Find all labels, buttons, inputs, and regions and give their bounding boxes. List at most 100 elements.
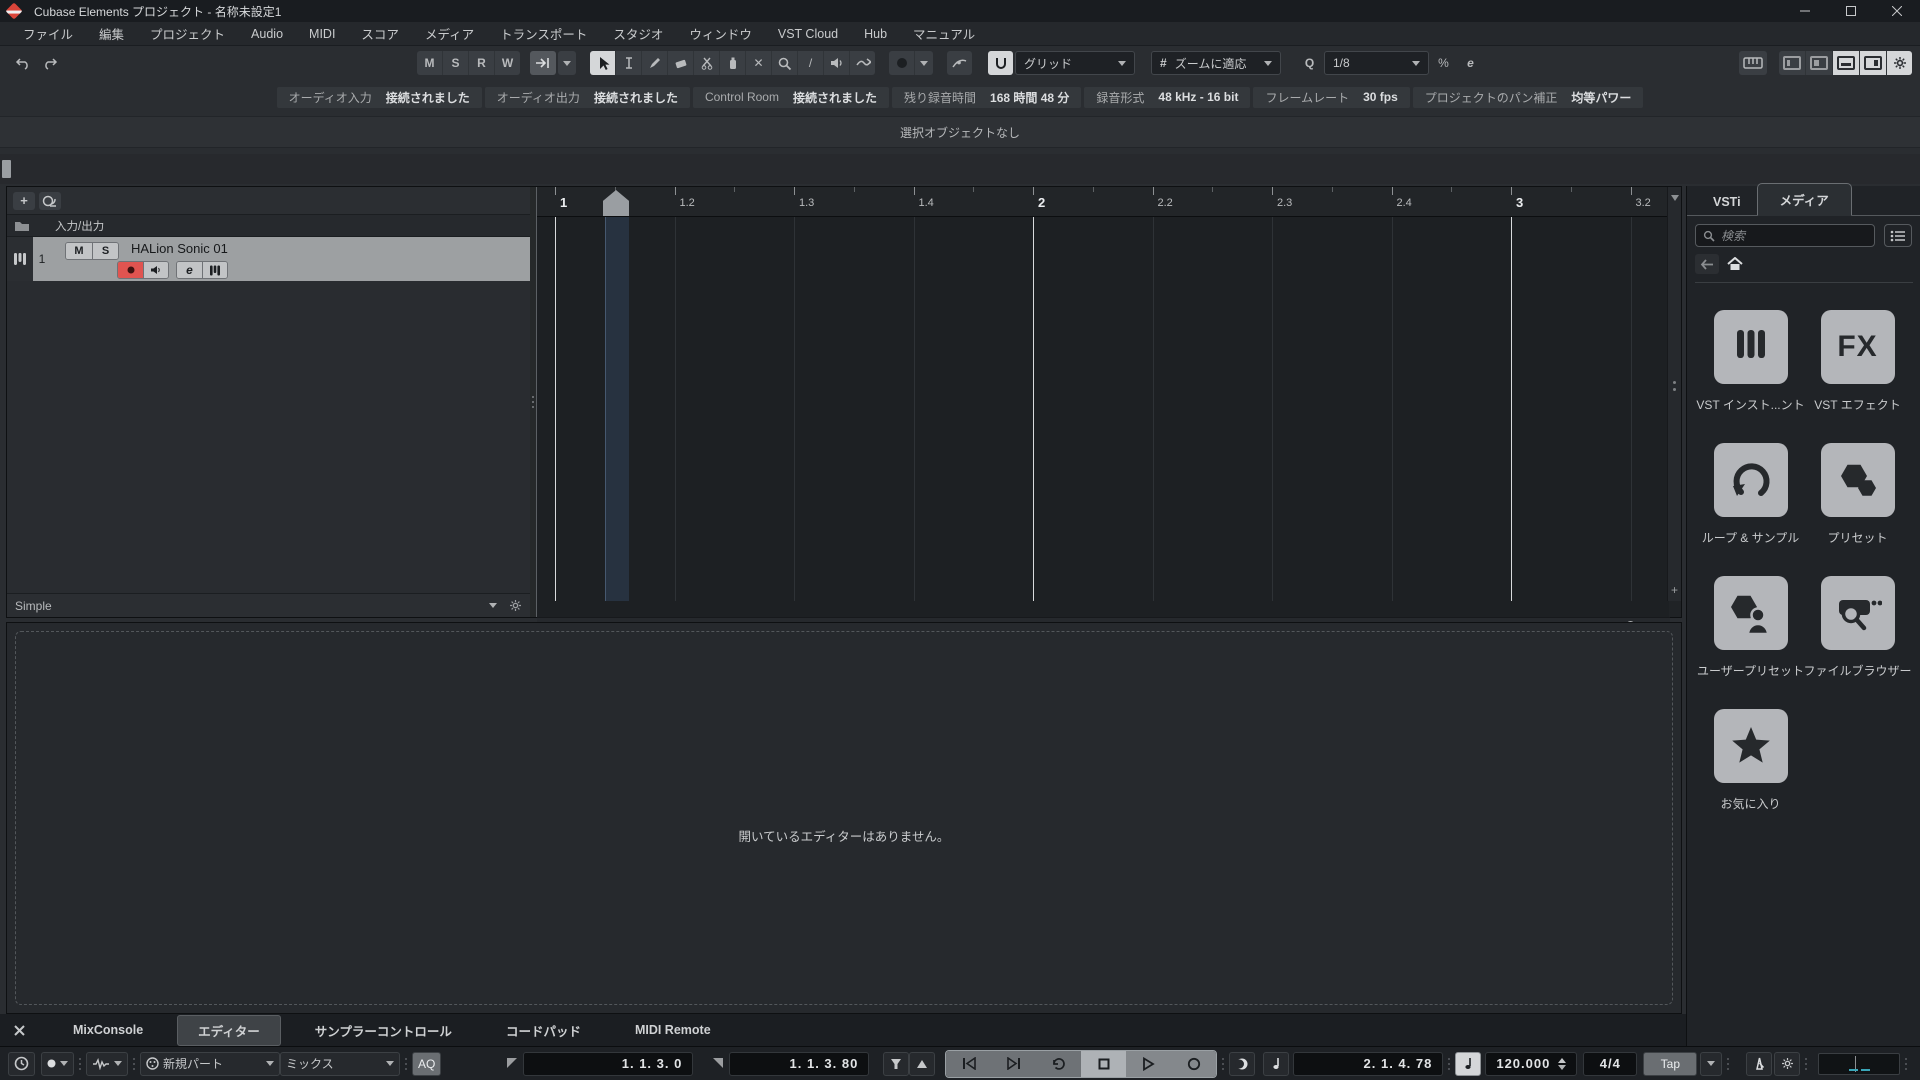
right-zone-tab-VSTi[interactable]: VSTi <box>1697 189 1757 215</box>
right-zone-tab-メディア[interactable]: メディア <box>1756 183 1852 216</box>
info-chip[interactable]: オーディオ出力 接続されました <box>484 86 690 108</box>
grid-area[interactable] <box>537 217 1670 601</box>
right-locator-display[interactable]: 1. 1. 3. 80 <box>729 1051 870 1076</box>
record-enable-button[interactable] <box>118 262 143 278</box>
record-mode-button[interactable] <box>41 1051 74 1076</box>
drag-grip[interactable] <box>1727 1057 1730 1070</box>
menu-item-ウィンドウ[interactable]: ウィンドウ <box>676 22 765 45</box>
snap-button[interactable] <box>988 51 1013 75</box>
glue-tool[interactable] <box>720 51 745 75</box>
object-select-tool[interactable] <box>590 51 615 75</box>
media-tile-star[interactable]: お気に入り <box>1699 709 1803 812</box>
stop-button[interactable] <box>1081 1050 1127 1077</box>
play-button[interactable] <box>1126 1050 1172 1077</box>
solo-button[interactable]: S <box>92 243 118 259</box>
drag-grip[interactable] <box>405 1057 407 1070</box>
tab-コードパッド[interactable]: コードパッド <box>486 1016 601 1045</box>
pre-roll-button[interactable] <box>1229 1051 1256 1076</box>
midi-mix-mode-dropdown[interactable]: ミックス <box>280 1051 400 1076</box>
tempo-display[interactable]: 120.000 <box>1485 1051 1578 1076</box>
close-button[interactable] <box>1874 0 1920 22</box>
zoom-tool[interactable] <box>772 51 797 75</box>
drag-grip[interactable] <box>1222 1057 1225 1070</box>
metronome-setup-gear-icon[interactable] <box>1774 1051 1800 1076</box>
tab-エディター[interactable]: エディター <box>177 1014 281 1046</box>
line-tool[interactable]: / <box>798 51 823 75</box>
tempo-stepper[interactable] <box>1558 1057 1567 1070</box>
time-format-button[interactable] <box>1263 1051 1290 1076</box>
go-to-start-button[interactable] <box>946 1050 992 1077</box>
menu-item-VST Cloud[interactable]: VST Cloud <box>765 22 851 45</box>
media-tile-fx[interactable]: FX VST エフェクト <box>1806 310 1910 413</box>
scissors-tool[interactable] <box>694 51 719 75</box>
info-chip[interactable]: 録音形式 48 kHz - 16 bit <box>1084 86 1251 108</box>
record-button[interactable] <box>1171 1050 1217 1077</box>
drag-grip[interactable] <box>1805 1057 1807 1070</box>
color-dropdown[interactable] <box>915 51 933 75</box>
info-chip[interactable]: プロジェクトのパン補正 均等パワー <box>1412 86 1644 108</box>
inspector-toggle[interactable] <box>1779 51 1805 75</box>
audio-record-mode-button[interactable] <box>86 1051 128 1076</box>
primary-time-display[interactable]: 2. 1. 4. 78 <box>1293 1051 1444 1076</box>
info-chip[interactable]: Control Room 接続されました <box>692 86 889 108</box>
media-search-input[interactable]: 検索 <box>1695 224 1875 247</box>
vscroll-handle[interactable] <box>1673 381 1676 391</box>
track-settings-gear-icon[interactable] <box>509 599 522 612</box>
menu-item-Audio[interactable]: Audio <box>238 22 296 45</box>
eraser-tool[interactable] <box>668 51 693 75</box>
autoscroll-button[interactable] <box>530 51 556 75</box>
lower-zone-toggle[interactable] <box>1833 51 1859 75</box>
cycle-button[interactable] <box>1036 1050 1082 1077</box>
menu-item-ファイル[interactable]: ファイル <box>10 22 86 45</box>
tab-サンプラーコントロール[interactable]: サンプラーコントロール <box>295 1016 472 1045</box>
add-track-button[interactable]: + <box>13 191 35 210</box>
lower-zone-close-icon[interactable] <box>14 1024 25 1036</box>
menu-item-MIDI[interactable]: MIDI <box>296 22 348 45</box>
menu-item-トランスポート[interactable]: トランスポート <box>487 22 600 45</box>
tab-MixConsole[interactable]: MixConsole <box>53 1018 163 1042</box>
menu-item-Hub[interactable]: Hub <box>851 22 900 45</box>
go-to-end-button[interactable] <box>991 1050 1037 1077</box>
color-tool[interactable] <box>889 51 914 75</box>
edit-channel-button[interactable]: e <box>177 262 202 278</box>
automation-button[interactable] <box>947 51 972 75</box>
tempo-track-button[interactable] <box>1455 1051 1482 1076</box>
vertical-zoom-in-icon[interactable]: + <box>1671 583 1678 597</box>
media-tile-user[interactable]: ユーザープリセット <box>1697 576 1804 679</box>
transport-keyboard-button[interactable] <box>1739 51 1767 75</box>
w-all-button[interactable]: W <box>495 51 520 75</box>
overview-handle[interactable] <box>2 160 11 178</box>
warp-tool[interactable] <box>850 51 875 75</box>
menu-item-マニュアル[interactable]: マニュアル <box>900 22 988 45</box>
drag-grip[interactable] <box>79 1057 81 1070</box>
vertical-scrollbar[interactable]: + <box>1667 187 1681 601</box>
back-button[interactable] <box>1695 254 1719 274</box>
mute-button[interactable]: M <box>66 243 92 259</box>
menu-item-メディア[interactable]: メディア <box>412 22 487 45</box>
auto-quantize-button[interactable]: AQ <box>412 1051 442 1076</box>
track-preset-button[interactable] <box>39 191 61 210</box>
time-signature-display[interactable]: 4/4 <box>1583 1051 1638 1076</box>
range-select-tool[interactable] <box>616 51 641 75</box>
instrument-track[interactable]: 1 M S HALion Sonic 01 e <box>7 237 530 281</box>
menu-item-編集[interactable]: 編集 <box>86 22 137 45</box>
left-locator-icon[interactable] <box>505 1057 519 1070</box>
s-all-button[interactable]: S <box>443 51 468 75</box>
info-chip[interactable]: フレームレート 30 fps <box>1253 86 1410 108</box>
draw-tool[interactable] <box>642 51 667 75</box>
play-tool[interactable] <box>824 51 849 75</box>
media-list-view-button[interactable] <box>1884 224 1912 247</box>
info-chip[interactable]: 残り録音時間 168 時間 48 分 <box>892 86 1082 108</box>
media-tile-preset[interactable]: プリセット <box>1806 443 1910 546</box>
home-icon[interactable] <box>1727 257 1743 271</box>
maximize-button[interactable] <box>1828 0 1874 22</box>
tap-mode-dropdown[interactable] <box>1700 1051 1723 1076</box>
menu-item-プロジェクト[interactable]: プロジェクト <box>137 22 238 45</box>
preset-name[interactable]: Simple <box>15 599 52 613</box>
right-zone-toggle[interactable] <box>1860 51 1886 75</box>
media-tile-piano[interactable]: VST インスト...ント <box>1696 310 1805 413</box>
left-locator-display[interactable]: 1. 1. 3. 0 <box>523 1051 694 1076</box>
mute-tool[interactable]: ✕ <box>746 51 771 75</box>
metronome-button[interactable] <box>1746 1051 1772 1076</box>
timeline-ruler[interactable]: 1 1.2 1.3 1.4 2 2.2 2.3 2.4 3 3.2 <box>537 187 1670 217</box>
